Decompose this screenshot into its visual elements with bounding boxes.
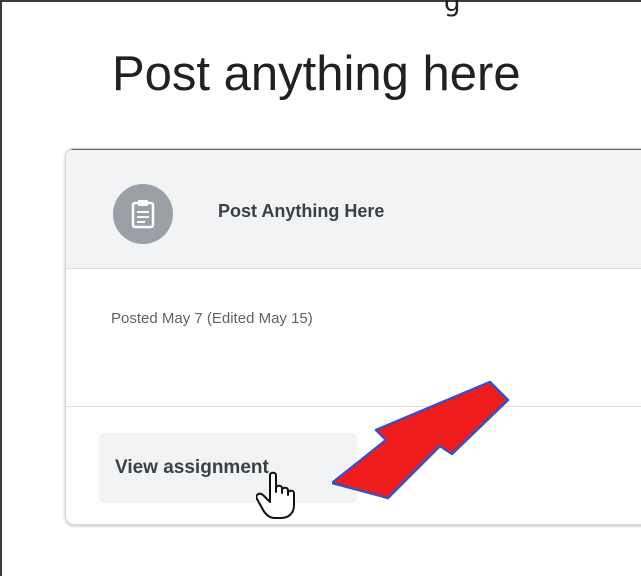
screenshot-frame: g Post anything here Post Anything Here … xyxy=(0,0,641,576)
posted-date: Posted May 7 (Edited May 15) xyxy=(111,310,313,327)
view-assignment-button[interactable]: View assignment xyxy=(99,433,357,503)
assignment-icon xyxy=(131,200,155,229)
red-arrow-icon xyxy=(332,380,510,500)
hand-pointer-icon xyxy=(256,471,295,519)
card-title[interactable]: Post Anything Here xyxy=(218,201,384,222)
assignment-avatar xyxy=(113,184,173,244)
page-title: Post anything here xyxy=(112,47,521,101)
card-header[interactable]: Post Anything Here xyxy=(66,149,641,269)
cropped-text-fragment: g xyxy=(444,0,462,18)
